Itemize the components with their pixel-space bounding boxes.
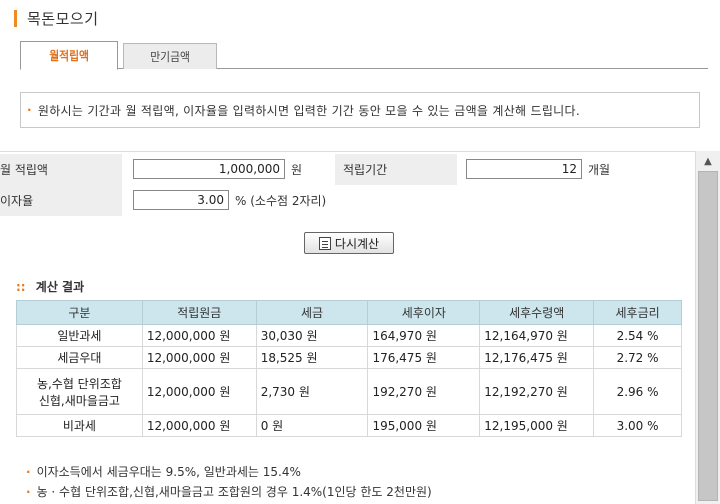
page-title-bar: 목돈모으기 xyxy=(14,8,99,28)
monthly-deposit-input[interactable]: 1,000,000 xyxy=(133,159,285,179)
header-after-tax-total: 세후수령액 xyxy=(479,300,595,325)
row-type: 일반과세 xyxy=(16,324,143,347)
table-header-row: 구분 적립원금 세금 세후이자 세후수령액 세후금리 xyxy=(16,300,682,325)
results-table: 구분 적립원금 세금 세후이자 세후수령액 세후금리 일반과세 12,000,0… xyxy=(16,300,682,437)
scrollbar-thumb[interactable] xyxy=(698,171,718,501)
table-row: 비과세 12,000,000 원 0 원 195,000 원 12,195,00… xyxy=(16,414,682,437)
note-item: · 이자소득에서 세금우대는 9.5%, 일반과세는 15.4% xyxy=(26,462,432,482)
row-total: 12,192,270 원 xyxy=(479,368,595,415)
period-label-cell: 적립기간 xyxy=(335,154,457,185)
table-row: 세금우대 12,000,000 원 18,525 원 176,475 원 12,… xyxy=(16,346,682,369)
interest-rate-label: 이자율 xyxy=(0,194,34,208)
vertical-scrollbar[interactable]: ▲ xyxy=(695,151,720,504)
row-type: 농,수협 단위조합 신협,새마을금고 xyxy=(16,368,143,415)
recalculate-button-label: 다시계산 xyxy=(334,236,380,251)
row-type-line1: 농,수협 단위조합 xyxy=(36,376,122,391)
tab-bar: 월적립액 만기금액 xyxy=(20,41,708,70)
note-text: 이자소득에서 세금우대는 9.5%, 일반과세는 15.4% xyxy=(36,465,301,479)
table-row: 농,수협 단위조합 신협,새마을금고 12,000,000 원 2,730 원 … xyxy=(16,368,682,415)
row-type: 세금우대 xyxy=(16,346,143,369)
row-principal: 12,000,000 원 xyxy=(141,414,257,437)
tab-maturity-amount[interactable]: 만기금액 xyxy=(123,43,217,69)
page-title: 목돈모으기 xyxy=(27,9,99,28)
row-tax: 0 원 xyxy=(255,414,369,437)
note-item: · 농 · 수협 단위조합,신협,새마을금고 조합원의 경우 1.4%(1인당 한… xyxy=(26,482,432,502)
bullet-icon: · xyxy=(26,485,31,499)
period-input[interactable]: 12 xyxy=(466,159,582,179)
note-text: 농 · 수협 단위조합,신협,새마을금고 조합원의 경우 1.4%(1인당 한도… xyxy=(36,485,432,499)
row-principal: 12,000,000 원 xyxy=(141,368,257,415)
recalculate-button[interactable]: 다시계산 xyxy=(304,232,394,254)
row-total: 12,176,475 원 xyxy=(479,346,595,369)
row-rate: 2.96 % xyxy=(593,368,682,415)
scroll-up-arrow-icon[interactable]: ▲ xyxy=(696,153,720,170)
results-title: 계산 결과 xyxy=(35,280,85,294)
tab-monthly-deposit[interactable]: 월적립액 xyxy=(20,41,118,70)
row-principal: 12,000,000 원 xyxy=(141,346,257,369)
monthly-deposit-label: 월 적립액 xyxy=(0,163,48,177)
period-label: 적립기간 xyxy=(343,163,388,177)
header-tax: 세금 xyxy=(255,300,369,325)
monthly-deposit-label-cell: 월 적립액 xyxy=(0,154,122,185)
row-principal: 12,000,000 원 xyxy=(141,324,257,347)
title-accent-bar xyxy=(14,9,17,27)
header-principal: 적립원금 xyxy=(141,300,257,325)
row-rate: 2.72 % xyxy=(593,346,682,369)
tab-maturity-amount-label: 만기금액 xyxy=(150,50,190,64)
header-after-tax-interest: 세후이자 xyxy=(367,300,481,325)
header-after-tax-rate: 세후금리 xyxy=(593,300,682,325)
results-heading: :: 계산 결과 xyxy=(16,278,84,295)
notes: · 이자소득에서 세금우대는 9.5%, 일반과세는 15.4% · 농 · 수협 … xyxy=(26,462,432,502)
row-total: 12,195,000 원 xyxy=(479,414,595,437)
row-total: 12,164,970 원 xyxy=(479,324,595,347)
bullet-icon: · xyxy=(27,103,32,117)
document-icon xyxy=(318,236,331,250)
info-text: 원하시는 기간과 월 적립액, 이자율을 입력하시면 입력한 기간 동안 모을 … xyxy=(37,103,580,118)
interest-rate-label-cell: 이자율 xyxy=(0,185,122,216)
row-type: 비과세 xyxy=(16,414,143,437)
table-row: 일반과세 12,000,000 원 30,030 원 164,970 원 12,… xyxy=(16,324,682,347)
row-interest: 176,475 원 xyxy=(367,346,481,369)
interest-rate-unit: % (소수점 2자리) xyxy=(235,194,327,208)
tab-monthly-deposit-label: 월적립액 xyxy=(49,49,89,63)
row-interest: 195,000 원 xyxy=(367,414,481,437)
monthly-deposit-unit: 원 xyxy=(291,163,303,177)
period-unit: 개월 xyxy=(588,163,611,177)
row-interest: 164,970 원 xyxy=(367,324,481,347)
heading-marker-icon: :: xyxy=(16,280,26,294)
row-tax: 2,730 원 xyxy=(255,368,369,415)
interest-rate-input[interactable]: 3.00 xyxy=(133,190,229,210)
row-tax: 30,030 원 xyxy=(255,324,369,347)
row-type-line2: 신협,새마을금고 xyxy=(38,393,120,408)
row-interest: 192,270 원 xyxy=(367,368,481,415)
header-type: 구분 xyxy=(16,300,143,325)
row-tax: 18,525 원 xyxy=(255,346,369,369)
row-rate: 2.54 % xyxy=(593,324,682,347)
info-box: · 원하시는 기간과 월 적립액, 이자율을 입력하시면 입력한 기간 동안 모… xyxy=(20,92,700,128)
bullet-icon: · xyxy=(26,465,31,479)
input-form: 월 적립액 1,000,000 원 적립기간 12 개월 이자율 3.00 % … xyxy=(0,151,695,216)
row-rate: 3.00 % xyxy=(593,414,682,437)
